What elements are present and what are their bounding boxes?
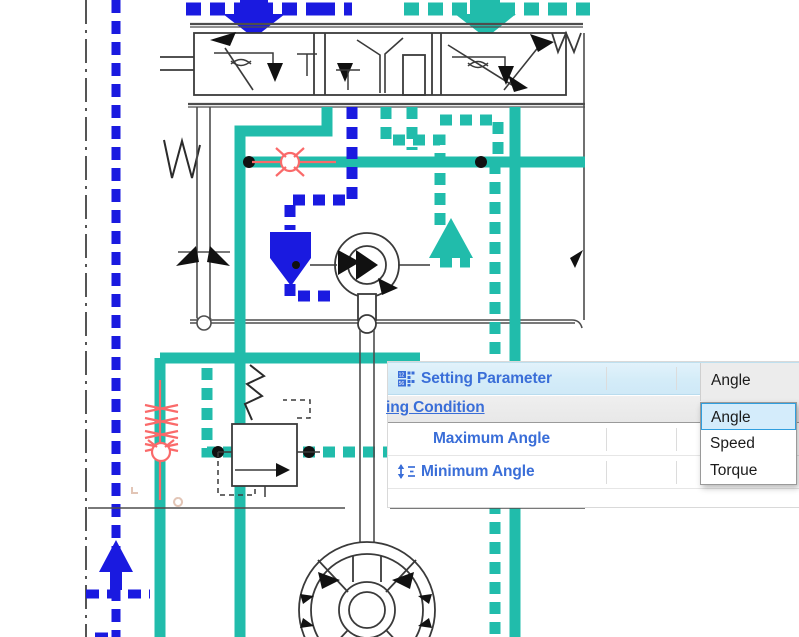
dropdown-option-angle[interactable]: Angle bbox=[701, 403, 796, 430]
svg-text:56: 56 bbox=[398, 381, 404, 387]
svg-text:12: 12 bbox=[398, 372, 404, 378]
dropdown-option-torque[interactable]: Torque bbox=[701, 457, 796, 484]
column-divider-2 bbox=[676, 367, 677, 390]
number-grid-icon: 12 56 bbox=[396, 370, 416, 388]
combobox-value: Angle bbox=[711, 372, 751, 389]
property-label: Setting Parameter bbox=[421, 369, 552, 387]
screenshot-stage: 12 56 Setting Parameter ing Condition Ma… bbox=[0, 0, 799, 637]
dropdown-option-speed[interactable]: Speed bbox=[701, 430, 796, 457]
property-label: Minimum Angle bbox=[421, 463, 535, 480]
column-divider-1 bbox=[606, 461, 607, 484]
directional-control-valve[interactable] bbox=[160, 32, 567, 96]
column-divider-1 bbox=[606, 428, 607, 451]
hydraulic-schematic-canvas[interactable] bbox=[0, 0, 799, 637]
row-icon-placeholder bbox=[396, 430, 416, 448]
setting-parameter-dropdown-list[interactable]: Angle Speed Torque bbox=[700, 402, 797, 485]
setting-parameter-combobox[interactable]: Angle bbox=[700, 363, 799, 401]
group-header-label: ing Condition bbox=[386, 399, 485, 416]
column-divider-2 bbox=[676, 461, 677, 484]
property-label: Maximum Angle bbox=[433, 430, 550, 447]
sort-arrows-icon bbox=[396, 463, 416, 481]
column-divider-2 bbox=[676, 428, 677, 451]
column-divider-1 bbox=[606, 367, 607, 390]
